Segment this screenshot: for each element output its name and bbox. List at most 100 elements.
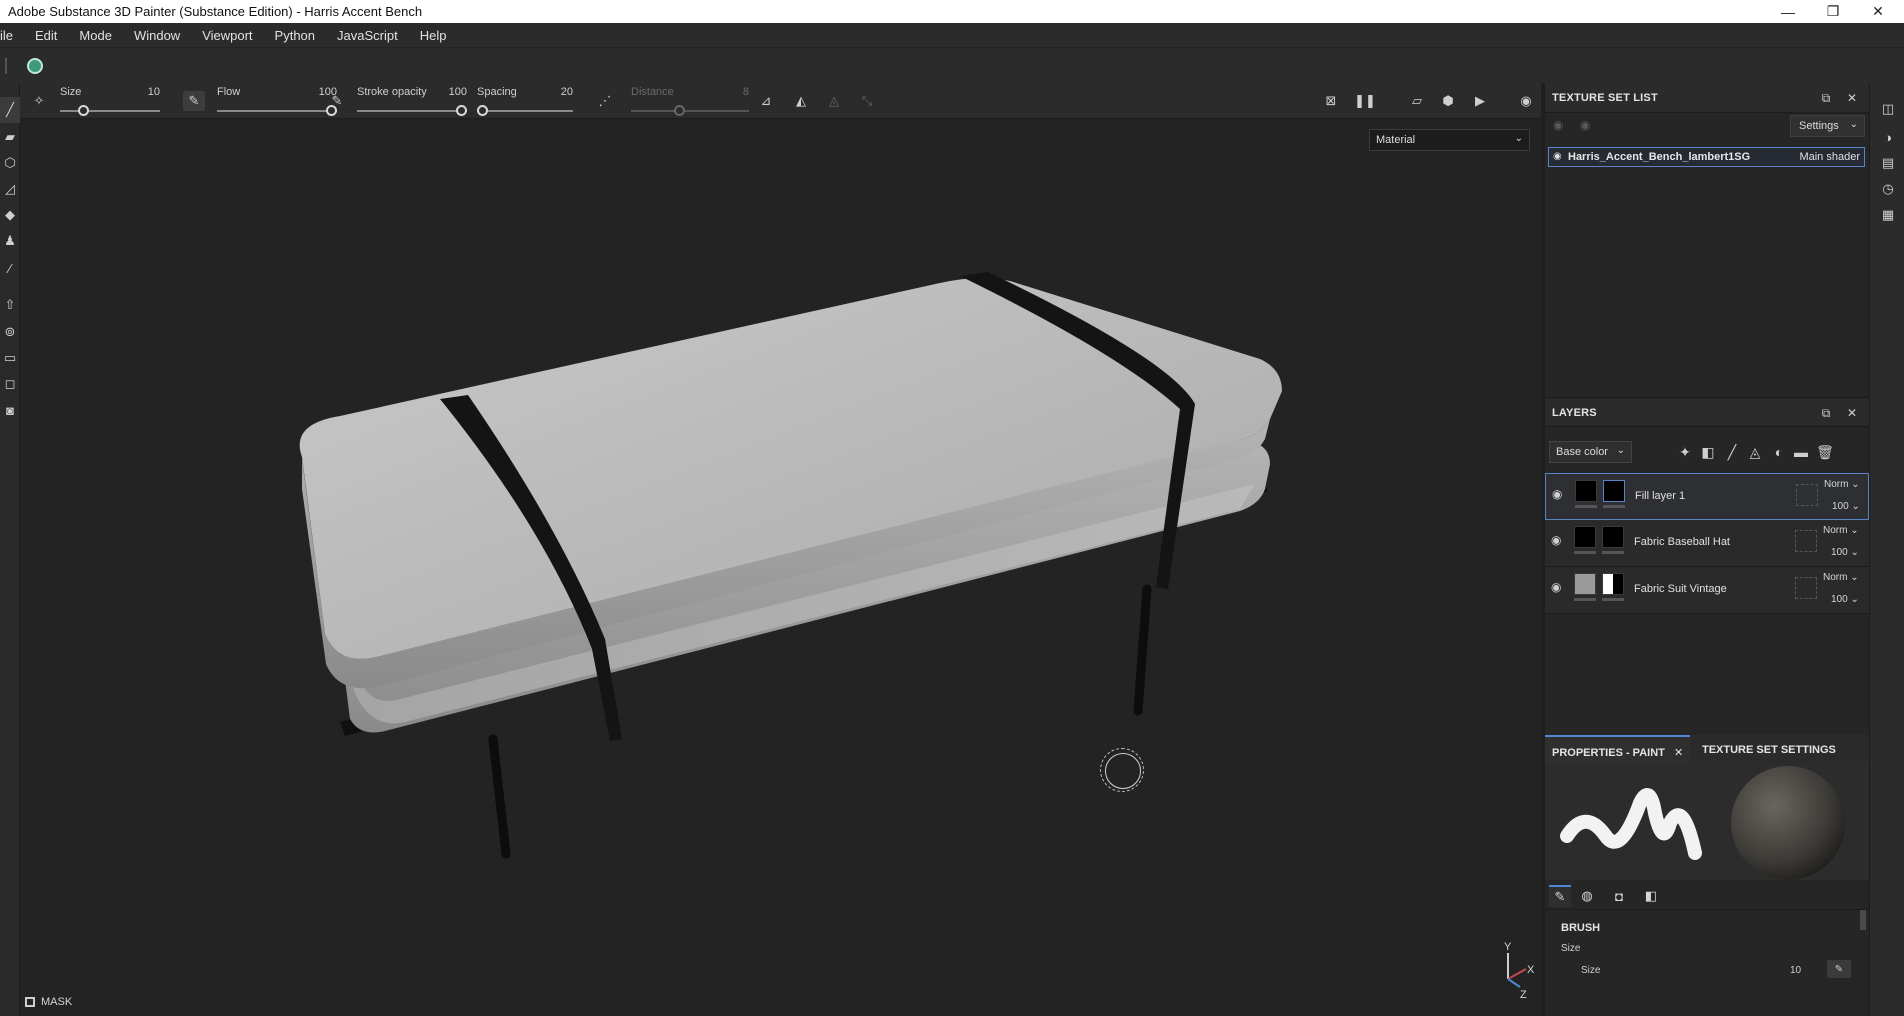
brush-preset-icon[interactable]: ✧ [28,91,50,111]
projection-tool-icon[interactable]: ⬡ [0,150,20,176]
add-effect-icon[interactable]: ✦ [1675,443,1695,461]
size-slider[interactable]: Size 10 [60,83,160,119]
toolbar-grip[interactable] [5,58,7,74]
flow-track[interactable] [217,110,337,112]
display-settings-dock-icon[interactable]: ◫ [1879,100,1897,118]
lazy-mouse-icon[interactable]: ⋰ [594,91,616,111]
menu-python[interactable]: Python [264,28,326,43]
close-panel-icon[interactable]: ✕ [1844,405,1860,421]
layer-mask-thumbnail[interactable] [1602,526,1624,548]
minimize-button[interactable]: — [1768,0,1808,23]
mask-toggle[interactable]: MASK [25,996,72,1008]
transform-gizmo-icon[interactable]: ⤡ [856,91,878,111]
add-fill-layer-icon[interactable]: ◬ [1745,443,1765,461]
pen-pressure-icon[interactable]: ✎ [1827,960,1851,978]
symmetry-settings-icon[interactable]: ◬ [823,91,845,111]
tab-properties-paint[interactable]: PROPERTIES - PAINT ✕ [1545,735,1691,763]
viewport-mode-dropdown[interactable]: Material ⌄ [1369,129,1530,151]
symmetry-icon[interactable]: ◭ [790,91,812,111]
tab-texture-set-settings[interactable]: TEXTURE SET SETTINGS [1695,735,1843,763]
spacing-slider[interactable]: Spacing 20 [477,83,573,119]
add-folder-icon[interactable]: ▬ [1791,443,1811,461]
distance-slider[interactable]: Distance 8 [631,83,749,119]
properties-scrollbar[interactable] [1860,910,1866,930]
uv-tool-icon[interactable]: ▭ [0,345,20,371]
texture-set-shader[interactable]: Main shader [1799,151,1860,163]
visibility-toggle-icon[interactable]: ◉ [1580,118,1590,132]
plugin-logo-icon[interactable] [27,58,43,74]
menu-javascript[interactable]: JavaScript [326,28,409,43]
paint-brush-tool-icon[interactable]: ╱ [0,97,20,123]
layer-opacity[interactable]: 100 ⌄ [1831,594,1859,605]
menu-help[interactable]: Help [409,28,458,43]
material-icon[interactable]: ◧ [1640,885,1662,907]
texture-set-settings-dropdown[interactable]: Settings ⌄ [1790,115,1865,137]
camera-settings-icon[interactable]: ▶ [1469,91,1491,111]
layer-opacity[interactable]: 100 ⌄ [1832,501,1860,512]
pen-pressure-flow-icon[interactable]: ✎ [326,91,348,111]
brush-icon[interactable]: ✎ [1549,885,1571,907]
wireframe-toggle-icon[interactable]: ⊠ [1320,91,1342,111]
blend-mode-dropdown[interactable]: Norm ⌄ [1823,525,1859,536]
spacing-track[interactable] [477,110,573,112]
delete-layer-icon[interactable]: 🗑 [1815,443,1835,461]
layer-row-fabric-baseball-hat[interactable]: ◉ Fabric Baseball Hat Norm ⌄ 100 ⌄ [1545,520,1869,567]
channel-dropdown[interactable]: Base color ⌄ [1549,441,1632,463]
view-mode-icon[interactable]: ▱ [1406,91,1428,111]
close-button[interactable]: ✕ [1858,0,1898,23]
layer-row-fabric-suit-vintage[interactable]: ◉ Fabric Suit Vintage Norm ⌄ 100 ⌄ [1545,567,1869,614]
display-settings-icon[interactable]: ⬢ [1437,91,1459,111]
add-mask-icon[interactable]: ◧ [1698,443,1718,461]
mask-checkbox[interactable] [25,997,35,1007]
smudge-tool-icon[interactable]: ◆ [0,202,20,228]
polygon-fill-tool-icon[interactable]: ◿ [0,176,20,202]
size-track[interactable] [60,110,160,112]
alpha-icon[interactable]: ◍ [1576,885,1598,907]
add-paint-layer-icon[interactable]: ╱ [1722,443,1742,461]
float-panel-icon[interactable]: ⧉ [1818,405,1834,421]
eraser-tool-icon[interactable]: ▰ [0,124,20,150]
eye-icon[interactable]: ◉ [1551,533,1561,547]
float-panel-icon[interactable]: ⧉ [1818,90,1834,106]
size-knob[interactable] [77,105,89,116]
distance-track[interactable] [631,110,749,112]
shader-settings-icon[interactable]: ◑ [1879,128,1897,146]
eye-icon[interactable]: ◉ [1552,487,1562,501]
visibility-all-icon[interactable]: ◉ [1553,118,1563,132]
stroke-opacity-knob[interactable] [456,105,467,116]
eye-icon[interactable]: ◉ [1553,151,1562,162]
color-picker-icon[interactable]: ⁄ [0,255,20,281]
flow-slider[interactable]: Flow 100 [217,83,337,119]
layer-opacity[interactable]: 100 ⌄ [1831,547,1859,558]
clone-tool-icon[interactable]: ♟ [0,228,20,254]
pause-render-icon[interactable]: ❚❚ [1354,91,1376,111]
3d-viewport[interactable]: Material ⌄ Y X Z MASK [20,119,1541,1016]
bake-tool-icon[interactable]: ⇧ [0,292,20,318]
brush-size-value[interactable]: 10 [1790,965,1801,976]
alignment-icon[interactable]: ⊿ [755,91,777,111]
close-panel-icon[interactable]: ✕ [1844,90,1860,106]
distance-knob[interactable] [673,105,685,116]
layer-mask-thumbnail[interactable] [1602,573,1624,595]
log-icon[interactable]: ▦ [1879,206,1897,224]
menu-viewport[interactable]: Viewport [191,28,263,43]
assets-icon[interactable]: ▤ [1879,154,1897,172]
history-icon[interactable]: ◷ [1879,180,1897,198]
blend-mode-dropdown[interactable]: Norm ⌄ [1824,479,1860,490]
blend-mode-dropdown[interactable]: Norm ⌄ [1823,572,1859,583]
menu-file[interactable]: ile [0,28,24,43]
screenshot-icon[interactable]: ◉ [1515,91,1537,111]
menu-window[interactable]: Window [123,28,191,43]
transform-tool-icon[interactable]: ◻ [0,371,20,397]
menu-mode[interactable]: Mode [68,28,123,43]
stroke-opacity-slider[interactable]: Stroke opacity 100 [357,83,467,119]
texture-set-row[interactable]: ◉ Harris_Accent_Bench_lambert1SG Main sh… [1548,147,1865,167]
maximize-button[interactable]: ❐ [1813,0,1853,23]
eye-icon[interactable]: ◉ [1551,580,1561,594]
layer-mask-thumbnail[interactable] [1603,480,1625,502]
camera-tool-icon[interactable]: ◙ [0,397,20,423]
menu-edit[interactable]: Edit [24,28,68,43]
pen-pressure-size-icon[interactable]: ✎ [183,91,205,111]
stroke-opacity-track[interactable] [357,110,467,112]
add-smart-material-icon[interactable]: ◐ [1769,443,1789,461]
